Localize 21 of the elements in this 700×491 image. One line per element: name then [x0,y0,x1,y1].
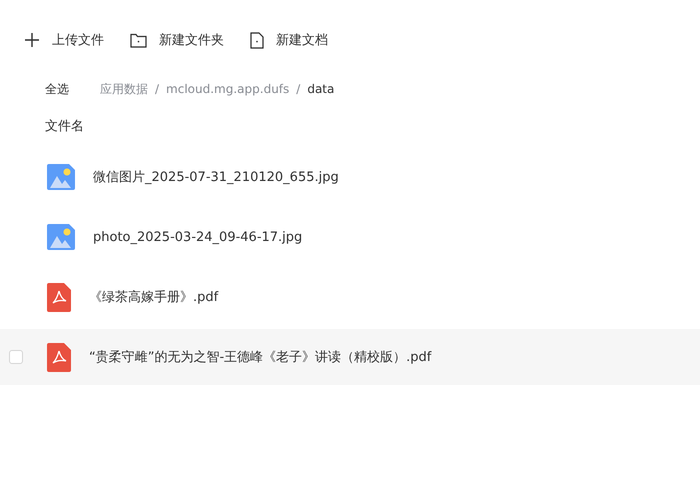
checkbox[interactable] [9,350,23,364]
file-row[interactable]: “贵柔守雌”的无为之智-王德峰《老子》讲读（精校版）.pdf [0,329,700,385]
select-all-link[interactable]: 全选 [45,80,69,98]
breadcrumb-separator: / [296,82,300,96]
file-name[interactable]: 《绿茶高嫁手册》.pdf [89,288,218,306]
pdf-file-icon [47,282,71,312]
folder-icon [130,32,147,48]
toolbar-button[interactable]: 上传文件 [24,31,104,49]
pdf-file-icon [47,342,71,372]
breadcrumb-separator: / [155,82,160,96]
file-name[interactable]: “贵柔守雌”的无为之智-王德峰《老子》讲读（精校版）.pdf [89,348,432,366]
document-icon [250,32,264,48]
file-name[interactable]: photo_2025-03-24_09-46-17.jpg [93,230,302,244]
image-file-icon [47,164,75,190]
file-name[interactable]: 微信图片_2025-07-31_210120_655.jpg [93,168,339,186]
breadcrumb-link[interactable]: data [307,82,334,96]
toolbar-button[interactable]: 新建文档 [250,31,328,49]
plus-icon [24,32,40,48]
toolbar-button[interactable]: 新建文件夹 [130,31,224,49]
image-file-icon [47,224,75,250]
column-header: 文件名 [44,118,85,136]
